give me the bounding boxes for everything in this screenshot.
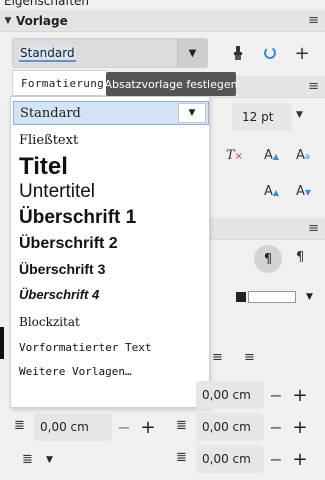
new-style-icon[interactable]: + [290, 41, 314, 65]
style-option-weitere-vorlagen[interactable]: Weitere Vorlagen… [19, 365, 132, 378]
font-color-a-icon[interactable]: Aa [296, 148, 310, 163]
spacing-above-field[interactable]: 0,00 cm [196, 381, 264, 409]
indent-before-field[interactable]: 0,00 cm [34, 413, 112, 441]
increase-icon[interactable]: + [288, 417, 312, 438]
decrease-icon[interactable]: − [264, 450, 288, 469]
superscript-a-icon[interactable]: A▲ [264, 148, 279, 163]
font-size-arrow-icon[interactable]: ▼ [296, 110, 303, 120]
decrease-icon[interactable]: − [264, 386, 288, 405]
paragraph-style-value[interactable]: Standard [19, 46, 76, 62]
panel-title: Eigenschaften [4, 0, 90, 8]
style-option-fliesstext[interactable]: Fließtext [19, 133, 78, 148]
line-spacing-icon[interactable]: ≣ [22, 452, 33, 467]
paragraph-style-dropdown[interactable]: Standard ▼ Fließtext Titel Untertitel Üb… [10, 96, 210, 408]
indent-before-icon: ≣ [14, 418, 25, 433]
style-option-titel[interactable]: Titel [19, 153, 68, 181]
refresh-style-icon[interactable] [258, 41, 282, 65]
first-line-field[interactable]: 0,00 cm [196, 445, 264, 473]
formatting-label: Formatierung [12, 70, 108, 96]
indent-after-row: 0,00 cm − + [196, 412, 312, 442]
absatz-section-header[interactable]: ≡ [210, 218, 325, 240]
indent-decrease-icon[interactable]: ≡ [212, 350, 223, 365]
line-spacing-arrow-icon[interactable]: ▼ [46, 455, 53, 465]
indent-after-field[interactable]: 0,00 cm [196, 413, 264, 441]
highlight-color-arrow-icon[interactable]: ▼ [306, 292, 313, 302]
vorlage-section-header[interactable]: ▼ Vorlage ≡ [0, 10, 325, 32]
increase-icon[interactable]: + [136, 417, 160, 438]
style-option-vorformatierter-text[interactable]: Vorformatierter Text [19, 341, 151, 354]
brush-icon[interactable] [226, 41, 250, 65]
collapse-triangle-icon[interactable]: ▼ [0, 16, 16, 26]
section-menu-icon[interactable]: ≡ [308, 221, 319, 236]
font-size-field[interactable]: 12 pt [232, 103, 292, 131]
dropdown-arrow-icon[interactable]: ▼ [178, 103, 206, 123]
indent-increase-icon[interactable]: ≡ [244, 350, 255, 365]
style-option-untertitel[interactable]: Untertitel [19, 181, 95, 203]
style-option-blockzitat[interactable]: Blockzitat [19, 315, 80, 329]
decrease-icon[interactable]: − [264, 418, 288, 437]
ltr-paragraph-icon[interactable]: ¶ [254, 245, 282, 273]
section-menu-icon[interactable]: ≡ [308, 13, 319, 28]
section-menu-icon[interactable]: ≡ [308, 79, 319, 94]
highlight-color-icon[interactable] [236, 292, 246, 302]
indent-before-row: 0,00 cm − + [34, 412, 160, 442]
increase-icon[interactable]: + [288, 385, 312, 406]
increase-icon[interactable]: + [288, 449, 312, 470]
decrease-icon[interactable]: − [112, 418, 136, 437]
shrink-font-icon[interactable]: A▼ [296, 184, 311, 199]
style-option-ueberschrift-1[interactable]: Überschrift 1 [19, 207, 136, 229]
dropdown-current-value[interactable]: Standard ▼ [13, 101, 209, 125]
clear-formatting-icon[interactable]: T× [226, 148, 243, 163]
indent-after-icon: ≣ [176, 418, 187, 433]
tooltip: Absatzvorlage festlegen [104, 72, 238, 96]
style-option-ueberschrift-4[interactable]: Überschrift 4 [19, 287, 99, 302]
vorlage-section-label: Vorlage [16, 13, 68, 28]
style-option-ueberschrift-3[interactable]: Überschrift 3 [19, 261, 105, 277]
first-line-indent-icon: ≣ [176, 450, 187, 465]
rtl-paragraph-icon[interactable]: ¶ [296, 250, 304, 265]
paragraph-style-combo[interactable]: Standard ▼ [12, 38, 208, 68]
highlight-color-swatch[interactable] [248, 291, 296, 303]
first-line-row: 0,00 cm − + [196, 444, 312, 474]
grow-font-icon[interactable]: A▲ [264, 184, 279, 199]
style-option-ueberschrift-2[interactable]: Überschrift 2 [19, 235, 118, 253]
black-edge [0, 327, 4, 359]
spacing-above-row: 0,00 cm − + [196, 380, 312, 410]
combo-dropdown-arrow-icon[interactable]: ▼ [177, 39, 207, 67]
dropdown-current-text[interactable]: Standard [20, 106, 81, 121]
